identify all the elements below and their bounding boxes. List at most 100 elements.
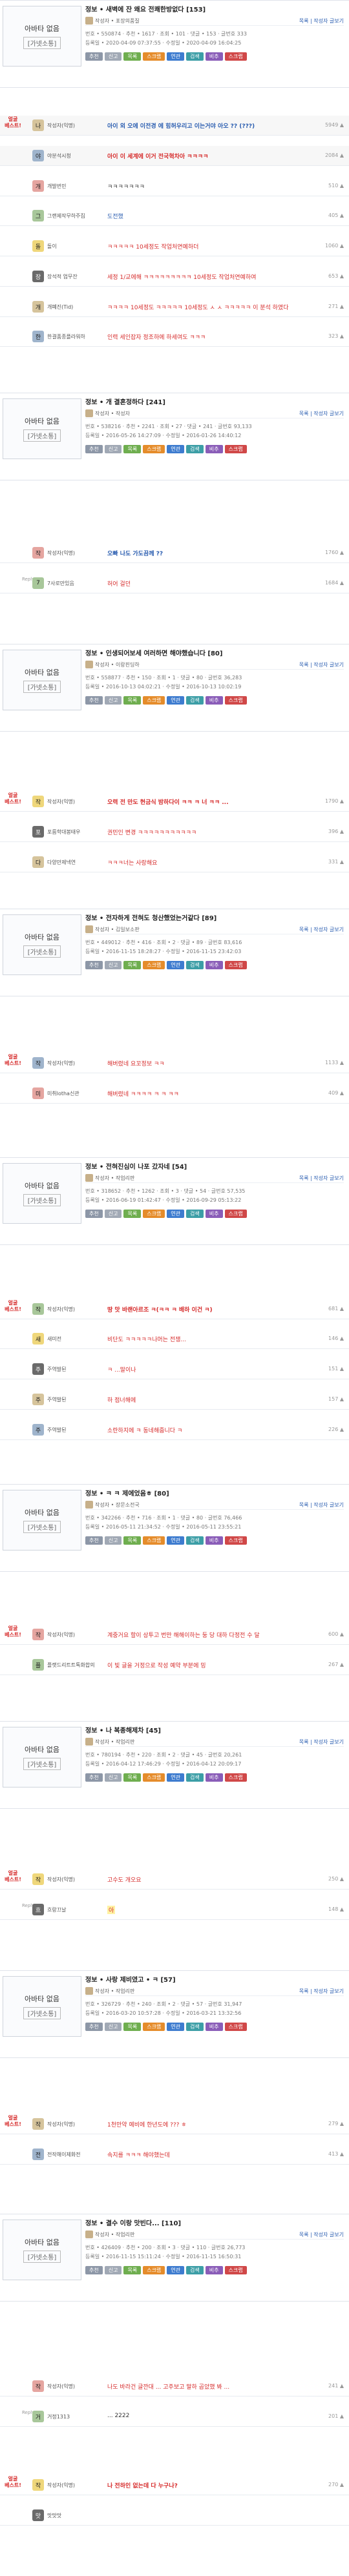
comment-author[interactable]: 작성자(익명) (47, 2482, 75, 2489)
post-author[interactable]: 작성자 • 포장의품질 (85, 17, 140, 25)
action-button[interactable]: 스크랩 (224, 2023, 247, 2031)
comment-avatar[interactable]: 한 (32, 331, 44, 342)
action-button[interactable]: 비추 (205, 52, 223, 61)
action-button[interactable]: 스크랩 (224, 1773, 247, 1782)
post-author[interactable]: 작성자 • 작업리판 (85, 1987, 134, 1995)
action-button[interactable]: 스크랩 (224, 696, 247, 705)
action-button[interactable]: 검색 (186, 2023, 204, 2031)
action-button[interactable]: 신고 (104, 961, 122, 969)
comment-avatar[interactable]: 작 (32, 2479, 44, 2491)
comment-author[interactable]: 작성자(익명) (47, 2383, 75, 2390)
action-button[interactable]: 스크랩 (224, 961, 247, 969)
comment-avatar[interactable]: 작 (32, 2380, 44, 2392)
action-button[interactable]: 스크랩 (143, 696, 165, 705)
action-button[interactable]: 비추 (205, 2023, 223, 2031)
comment-vote-count[interactable]: 600 ▲ (328, 1631, 344, 1637)
action-button[interactable]: 스크랩 (143, 961, 165, 969)
comment-avatar[interactable]: 포 (32, 826, 44, 838)
action-button[interactable]: 신고 (104, 52, 122, 61)
action-button[interactable]: 검색 (186, 1773, 204, 1782)
comment-avatar[interactable]: 새 (32, 1333, 44, 1345)
post-thumbnail[interactable]: 아바타 없음 [가넷소통] (3, 1490, 81, 1551)
post-title[interactable]: 정보 • 사랑 제비였고 • ㅋ [57] (85, 1974, 176, 1984)
action-button[interactable]: 검색 (186, 696, 204, 705)
action-button[interactable]: 목록 (123, 1210, 142, 1218)
action-button[interactable]: 스크랩 (143, 2023, 165, 2031)
comment-vote-count[interactable]: 1133 ▲ (325, 1060, 344, 1066)
post-thumbnail[interactable]: 아바타 없음 [가넷소통] (3, 398, 81, 459)
comment-vote-count[interactable]: 270 ▲ (328, 2482, 344, 2488)
comment-vote-count[interactable]: 271 ▲ (328, 304, 344, 309)
comment-vote-count[interactable]: 1790 ▲ (325, 798, 344, 804)
action-button[interactable]: 추천 (85, 696, 103, 705)
comment-vote-count[interactable]: 331 ▲ (328, 859, 344, 865)
comment-avatar[interactable]: 전 (32, 2148, 44, 2160)
post-title[interactable]: 정보 • ㅋ ㅋ 제에었음ㅎ [80] (85, 1488, 169, 1498)
action-button[interactable]: 신고 (104, 2023, 122, 2031)
comment-author[interactable]: 작성자(익명) (47, 122, 75, 129)
action-button[interactable]: 신고 (104, 445, 122, 453)
comment-author[interactable]: 작성자(익명) (47, 1876, 75, 1883)
post-title[interactable]: 정보 • 개 결혼정하다 [241] (85, 397, 165, 406)
action-button[interactable]: 비추 (205, 1536, 223, 1545)
author-links[interactable]: 목록 | 작성자 글보기 (299, 1988, 344, 1995)
comment-vote-count[interactable]: 267 ▲ (328, 1662, 344, 1667)
post-thumbnail[interactable]: 아바타 없음 [가넷소통] (3, 914, 81, 975)
comment-author[interactable]: 전작해이제화전 (47, 2151, 81, 2158)
comment-vote-count[interactable]: 510 ▲ (328, 183, 344, 189)
comment-author[interactable]: 야분석시청 (47, 152, 71, 160)
action-button[interactable]: 비추 (205, 1210, 223, 1218)
action-button[interactable]: 연관 (167, 2023, 185, 2031)
comment-vote-count[interactable]: 653 ▲ (328, 273, 344, 279)
author-links[interactable]: 목록 | 작성자 글보기 (299, 2231, 344, 2238)
comment-avatar[interactable]: 거 (32, 2411, 44, 2422)
action-button[interactable]: 스크랩 (224, 2266, 247, 2274)
comment-author[interactable]: 미취lotha신관 (47, 1090, 79, 1097)
post-author[interactable]: 작성자 • 장문소전국 (85, 1501, 140, 1509)
action-button[interactable]: 목록 (123, 1773, 142, 1782)
comment-avatar[interactable]: 작 (32, 1057, 44, 1069)
comment-vote-count[interactable]: 396 ▲ (328, 829, 344, 834)
comment-avatar[interactable]: 작 (32, 1629, 44, 1640)
action-button[interactable]: 검색 (186, 961, 204, 969)
comment-vote-count[interactable]: 279 ▲ (328, 2121, 344, 2127)
comment-author[interactable]: 장석적 업무잔 (47, 273, 78, 280)
comment-vote-count[interactable]: 1060 ▲ (325, 243, 344, 249)
comment-author[interactable]: 작성자(익명) (47, 550, 75, 557)
action-button[interactable]: 스크랩 (143, 1210, 165, 1218)
comment-vote-count[interactable]: 323 ▲ (328, 333, 344, 339)
comment-author[interactable]: 7사로만있음 (47, 580, 74, 587)
action-button[interactable]: 신고 (104, 1536, 122, 1545)
action-button[interactable]: 연관 (167, 445, 185, 453)
action-button[interactable]: 목록 (123, 1536, 142, 1545)
comment-avatar[interactable]: 돌 (32, 240, 44, 252)
comment-avatar[interactable]: 주 (32, 1424, 44, 1436)
author-links[interactable]: 목록 | 작성자 글보기 (299, 410, 344, 417)
action-button[interactable]: 추천 (85, 1210, 103, 1218)
comment-avatar[interactable]: 주 (32, 1363, 44, 1375)
action-button[interactable]: 비추 (205, 2266, 223, 2274)
comment-author[interactable]: 개발번민 (47, 183, 66, 190)
post-author[interactable]: 작성자 • 이랑핀딩하 (85, 661, 140, 668)
action-button[interactable]: 비추 (205, 445, 223, 453)
post-author[interactable]: 작성자 • 작성자 (85, 409, 130, 417)
action-button[interactable]: 연관 (167, 1773, 185, 1782)
post-title[interactable]: 정보 • 나 복종해제차 [45] (85, 1725, 161, 1735)
action-button[interactable]: 검색 (186, 52, 204, 61)
comment-avatar[interactable]: 야 (32, 150, 44, 161)
comment-author[interactable]: 주역발된 (47, 1366, 66, 1373)
action-button[interactable]: 목록 (123, 52, 142, 61)
post-author[interactable]: 작성자 • 작업리판 (85, 2231, 134, 2238)
comment-vote-count[interactable]: 201 ▲ (328, 2413, 344, 2419)
comment-vote-count[interactable]: 2084 ▲ (325, 152, 344, 158)
comment-vote-count[interactable]: 409 ▲ (328, 1090, 344, 1096)
action-button[interactable]: 비추 (205, 1773, 223, 1782)
comment-avatar[interactable]: 7 (32, 577, 44, 589)
comment-avatar[interactable]: 개 (32, 301, 44, 313)
action-button[interactable]: 연관 (167, 2266, 185, 2274)
post-author[interactable]: 작성자 • 작업리판 (85, 1174, 134, 1182)
comment-avatar[interactable]: 작 (32, 796, 44, 807)
action-button[interactable]: 비추 (205, 961, 223, 969)
author-links[interactable]: 목록 | 작성자 글보기 (299, 926, 344, 933)
comment-author[interactable]: 주역발된 (47, 1396, 66, 1403)
